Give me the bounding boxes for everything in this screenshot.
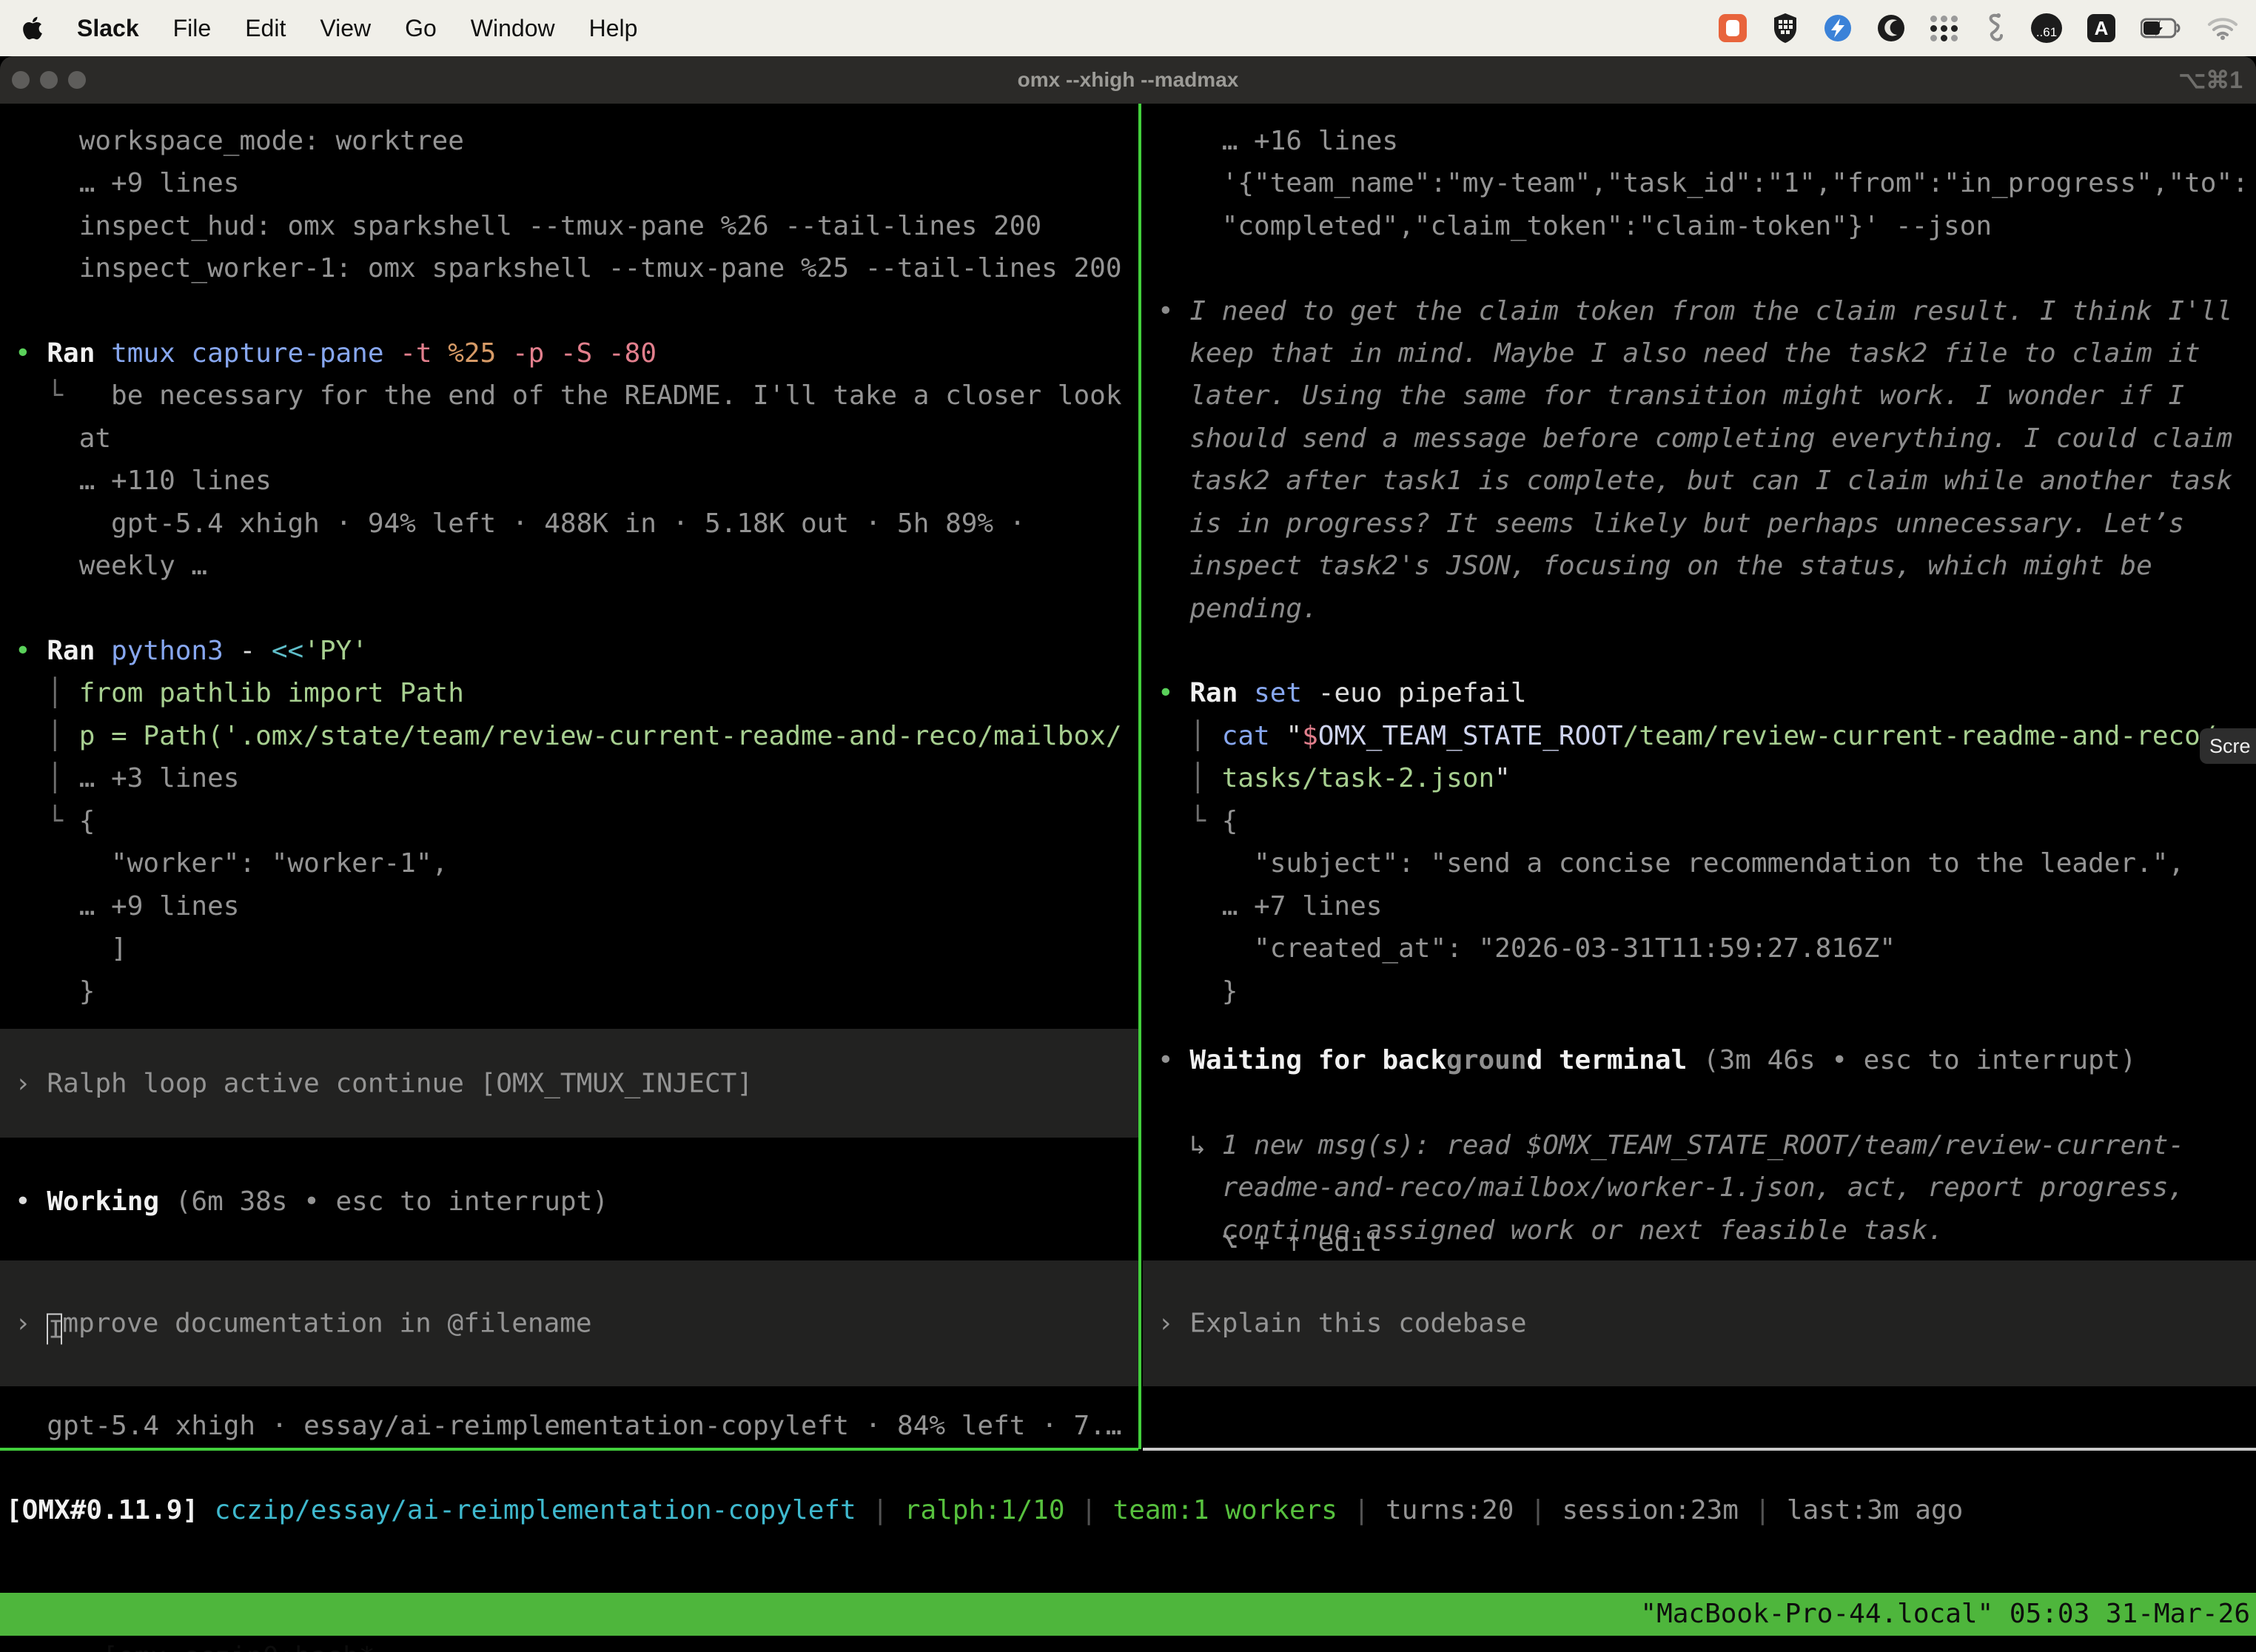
ralph-loop-notice-text: › Ralph loop active continue [OMX_TMUX_I… [0, 1062, 1138, 1104]
letter-a-icon[interactable]: A [2087, 14, 2115, 42]
tmux-status-bar: [omx-cczip0:bash* "MacBook-Pro-44.local"… [0, 1593, 2256, 1636]
terminal-line: … +110 lines [0, 460, 1138, 502]
terminal-line: … +16 lines [1143, 120, 2256, 162]
terminal-content: › Ralph loop active continue [OMX_TMUX_I… [0, 104, 2256, 1652]
terminal-line: weekly … [0, 545, 1138, 587]
moon-circle-icon[interactable] [1877, 14, 1905, 42]
terminal-line: │ … +3 lines [0, 757, 1138, 799]
menu-item-edit[interactable]: Edit [245, 15, 286, 41]
prompt-input-right[interactable]: › Explain this codebase [1143, 1260, 2256, 1386]
menu-item-help[interactable]: Help [589, 15, 638, 41]
terminal-line: workspace_mode: worktree [0, 120, 1138, 162]
terminal-line: } [1143, 970, 2256, 1013]
terminal-line: ] [0, 927, 1138, 970]
ran-python-line: • Ran python3 - <<'PY' [0, 630, 1138, 672]
dots-grid-icon[interactable] [1930, 16, 1958, 41]
hook-icon[interactable] [1984, 12, 2006, 44]
terminal-line: │ tasks/task-2.json" [1143, 757, 2256, 799]
chat-app-icon[interactable] [1719, 14, 1747, 42]
pane-border-bottom-right [1143, 1448, 2256, 1451]
agent-pane-right[interactable]: › Explain this codebase … +16 lines '{"t… [1143, 104, 2256, 1448]
screen-tooltip: Scre [2200, 728, 2256, 764]
menu-item-go[interactable]: Go [405, 15, 437, 41]
prompt-input-left[interactable]: › Improve documentation in @filename [0, 1260, 1138, 1386]
zoom-button[interactable] [68, 71, 86, 89]
model-meta-line: gpt-5.4 xhigh · essay/ai-reimplementatio… [0, 1405, 1138, 1447]
terminal-line: later. Using the same for transition mig… [1143, 375, 2256, 417]
terminal-line: … +7 lines [1143, 885, 2256, 927]
edit-hint-line: ⌥ + ↑ edit [1143, 1221, 2256, 1263]
tmux-session-label[interactable]: [omx-cczip0:bash* [96, 1642, 375, 1652]
terminal-line: └ be necessary for the end of the README… [0, 375, 1138, 417]
prompt-input-left-text: › Improve documentation in @filename [0, 1303, 1138, 1345]
terminal-line: should send a message before completing … [1143, 417, 2256, 460]
menu-item-slack[interactable]: Slack [77, 15, 139, 41]
terminal-line: … +9 lines [0, 162, 1138, 204]
apple-logo-icon[interactable] [21, 13, 46, 43]
terminal-line: inspect_hud: omx sparkshell --tmux-pane … [0, 205, 1138, 247]
ran-set-line: • Ran set -euo pipefail [1143, 672, 2256, 714]
menu-left: Slack File Edit View Go Window Help [0, 13, 671, 43]
terminal-line: task2 after task1 is complete, but can I… [1143, 460, 2256, 502]
menu-item-window[interactable]: Window [471, 15, 555, 41]
prompt-input-right-text: › Explain this codebase [1143, 1303, 2256, 1345]
terminal-line: │ cat "$OMX_TEAM_STATE_ROOT/team/review-… [1143, 715, 2256, 757]
terminal-line: is in progress? It seems likely but perh… [1143, 503, 2256, 545]
ran-tmux-capture-line: • Ran tmux capture-pane -t %25 -p -S -80 [0, 332, 1138, 375]
ralph-loop-notice: › Ralph loop active continue [OMX_TMUX_I… [0, 1029, 1138, 1138]
menu-item-view[interactable]: View [320, 15, 371, 41]
close-button[interactable] [12, 71, 30, 89]
terminal-line: ↳ 1 new msg(s): read $OMX_TEAM_STATE_ROO… [1143, 1124, 2256, 1166]
menu-items: Slack File Edit View Go Window Help [77, 15, 671, 42]
working-status-line: • Working (6m 38s • esc to interrupt) [0, 1181, 1138, 1223]
terminal-line: '{"team_name":"my-team","task_id":"1","f… [1143, 162, 2256, 204]
terminal-line: at [0, 417, 1138, 460]
menu-bar: Slack File Edit View Go Window Help ..61 A [0, 0, 2256, 56]
window-shortcut-hint: ⌥⌘1 [2178, 56, 2243, 104]
terminal-line: gpt-5.4 xhigh · 94% left · 488K in · 5.1… [0, 503, 1138, 545]
bolt-circle-icon[interactable] [1824, 14, 1852, 42]
shield-grid-icon[interactable] [1772, 13, 1799, 44]
tmux-host-clock: "MacBook-Pro-44.local" 05:03 31-Mar-26 [1640, 1593, 2250, 1636]
terminal-line: "completed","claim_token":"claim-token"}… [1143, 205, 2256, 247]
omx-status-line: [OMX#0.11.9] cczip/essay/ai-reimplementa… [0, 1489, 2256, 1531]
thinking-line: • I need to get the claim token from the… [1143, 290, 2256, 332]
terminal-line: "worker": "worker-1", [0, 842, 1138, 884]
desktop: { "menu_bar": { "items": [ {"label": "Sl… [0, 0, 2256, 1652]
terminal-line: } [0, 970, 1138, 1013]
terminal-line: │ from pathlib import Path [0, 672, 1138, 714]
badge-count-icon[interactable]: ..61 [2031, 13, 2062, 43]
waiting-status-line: • Waiting for background terminal (3m 46… [1143, 1039, 2256, 1081]
wifi-icon[interactable] [2207, 16, 2238, 40]
terminal-line: └ { [1143, 800, 2256, 842]
terminal-line: "created_at": "2026-03-31T11:59:27.816Z" [1143, 927, 2256, 970]
agent-pane-left[interactable]: › Ralph loop active continue [OMX_TMUX_I… [0, 104, 1138, 1448]
window-title: omx --xhigh --madmax [0, 56, 2256, 104]
pane-divider[interactable] [1138, 104, 1141, 1449]
terminal-line: └ { [0, 800, 1138, 842]
window-title-bar[interactable]: omx --xhigh --madmax ⌥⌘1 [0, 56, 2256, 104]
menu-item-file[interactable]: File [173, 15, 212, 41]
battery-icon[interactable] [2141, 18, 2182, 38]
terminal-line: keep that in mind. Maybe I also need the… [1143, 332, 2256, 375]
pane-border-bottom-left [0, 1448, 1138, 1451]
terminal-line: pending. [1143, 588, 2256, 630]
terminal-line: "subject": "send a concise recommendatio… [1143, 842, 2256, 884]
terminal-window: omx --xhigh --madmax ⌥⌘1 › Ralph loop ac… [0, 56, 2256, 1652]
terminal-line: │ p = Path('.omx/state/team/review-curre… [0, 715, 1138, 757]
terminal-line: readme-and-reco/mailbox/worker-1.json, a… [1143, 1166, 2256, 1209]
minimize-button[interactable] [40, 71, 58, 89]
terminal-line: inspect task2's JSON, focusing on the st… [1143, 545, 2256, 587]
terminal-line: … +9 lines [0, 885, 1138, 927]
menu-status-icons: ..61 A [1719, 0, 2256, 56]
terminal-line: inspect_worker-1: omx sparkshell --tmux-… [0, 247, 1138, 289]
